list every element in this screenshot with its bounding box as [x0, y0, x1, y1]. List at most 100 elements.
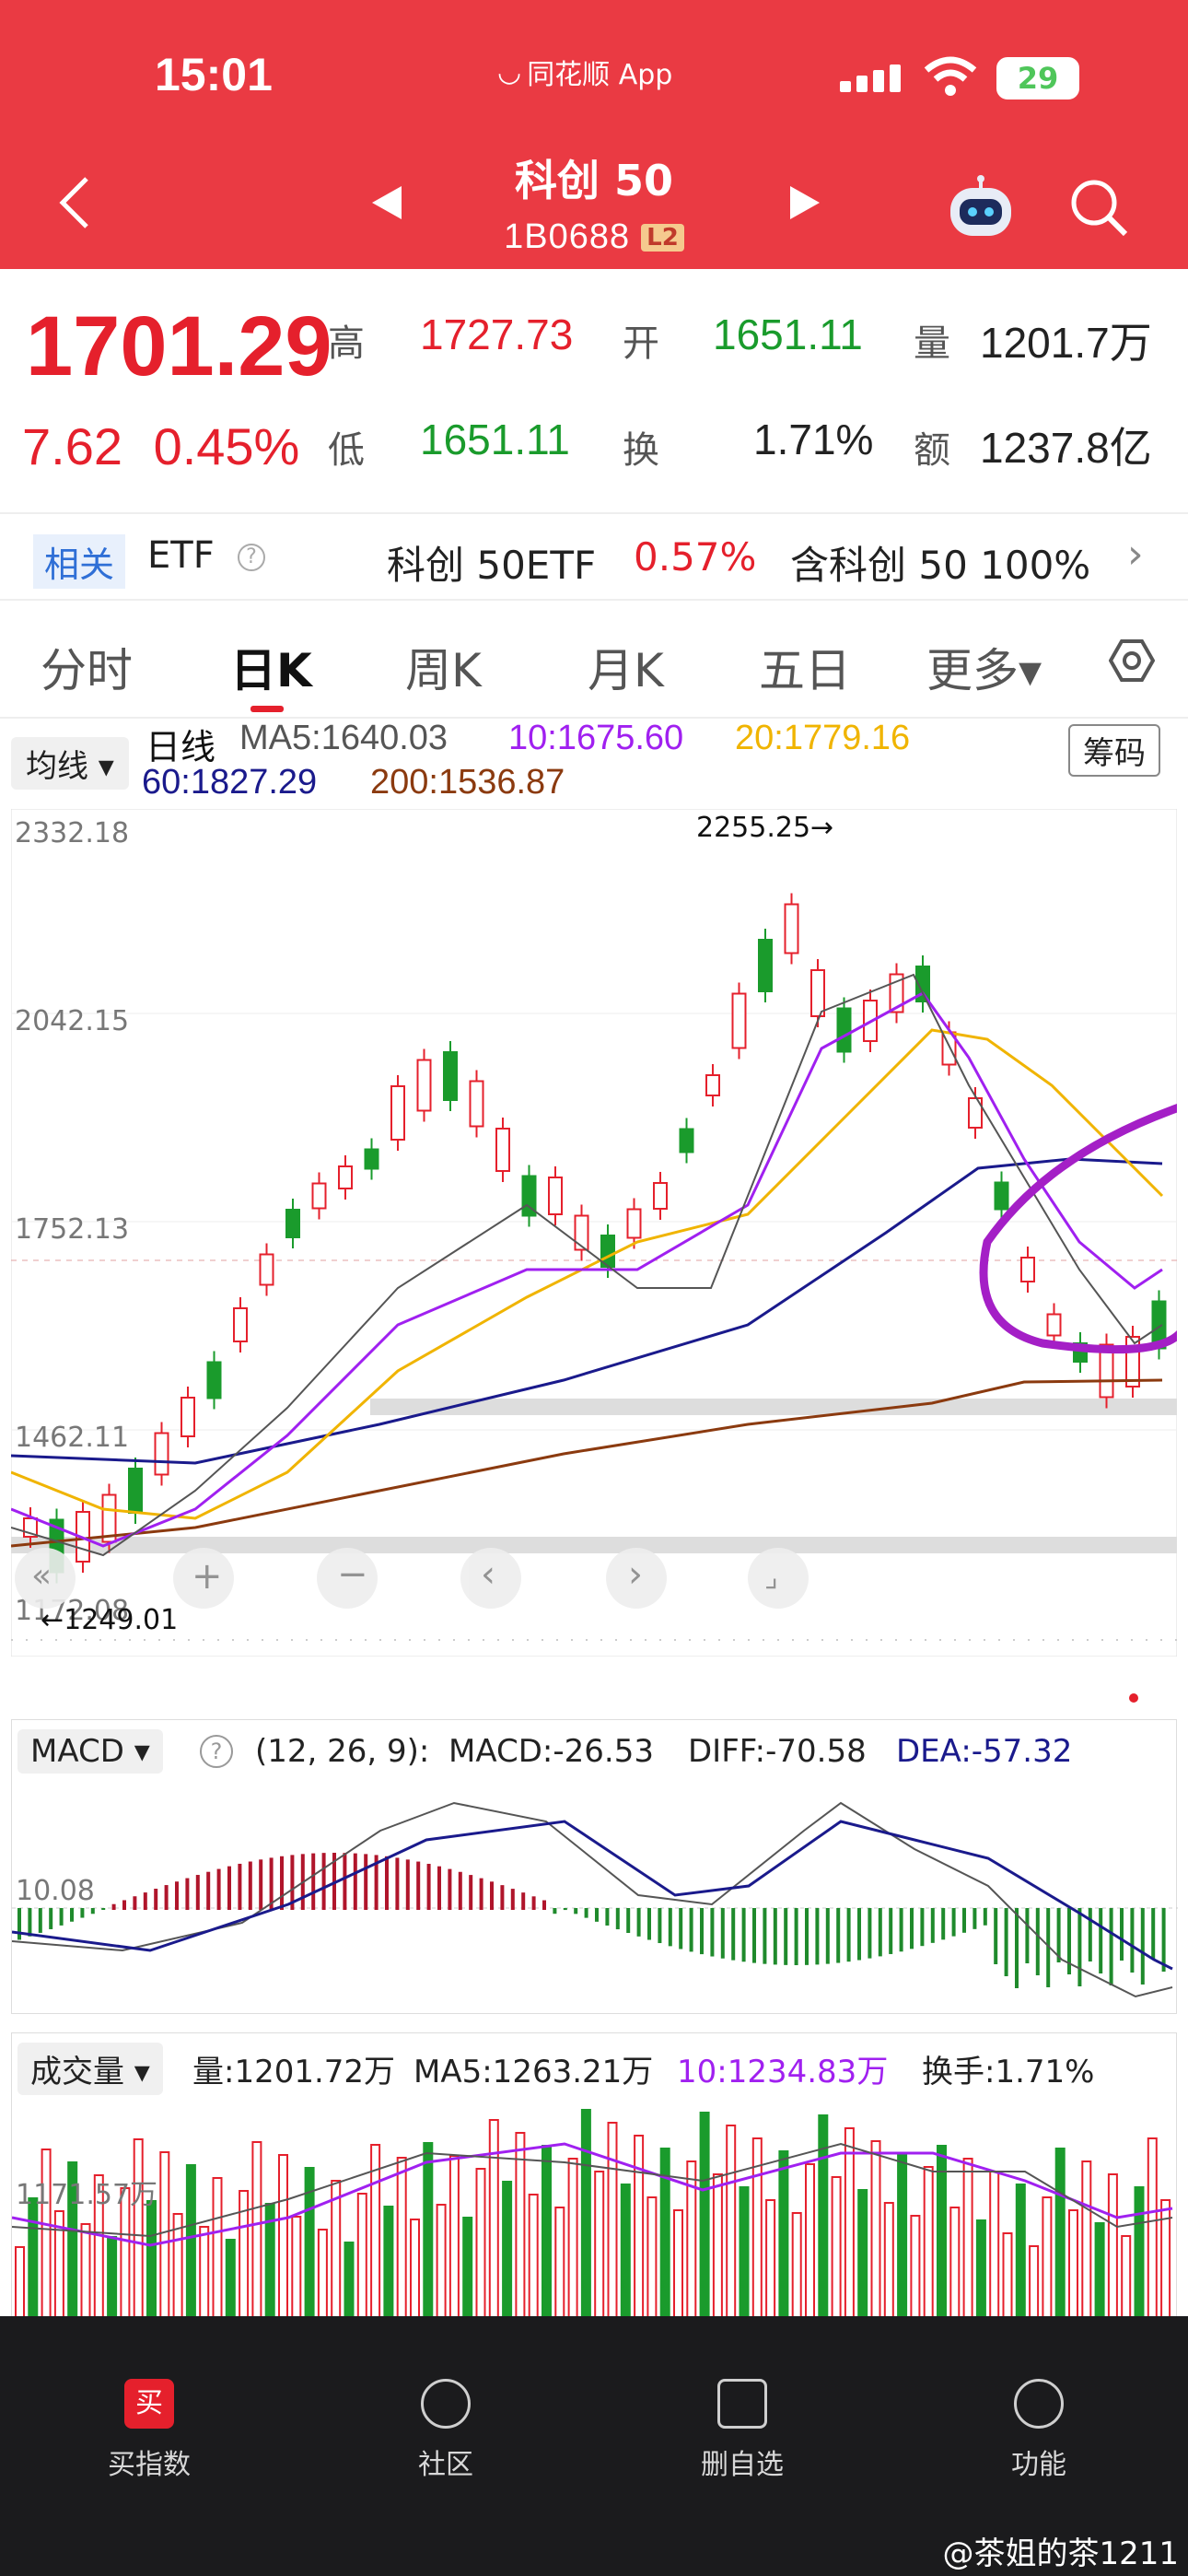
open-label: 开	[623, 322, 659, 365]
macd-bar	[90, 1908, 95, 1914]
level2-badge: L2	[641, 223, 684, 252]
app-logo-icon: ◡	[497, 55, 522, 88]
macd-bar	[868, 1908, 872, 1959]
tab-weekly-k[interactable]: 周K	[405, 634, 482, 700]
candle	[206, 1361, 222, 1399]
settings-icon[interactable]	[1109, 638, 1155, 684]
tab-more[interactable]: 更多▾	[926, 634, 1042, 700]
ma5-value: MA5:1640.03	[239, 719, 448, 757]
volume-bar	[1081, 2160, 1092, 2330]
watermark: @茶姐的茶1211	[942, 2535, 1179, 2572]
volume-bar	[542, 2145, 552, 2330]
macd-bar	[973, 1908, 977, 1929]
candle	[626, 1208, 642, 1239]
time-axis-ruler	[11, 1639, 1177, 1641]
macd-bar	[490, 1881, 494, 1910]
macd-bar	[825, 1908, 830, 1964]
volume-bar	[923, 2166, 934, 2330]
macd-bar	[1140, 1908, 1145, 1985]
candle	[259, 1253, 274, 1286]
macd-bar	[101, 1908, 106, 1910]
robot-assistant-icon[interactable]	[945, 175, 1017, 240]
zoom-in-button[interactable]: +	[173, 1548, 234, 1609]
next-stock-button[interactable]	[790, 186, 820, 219]
fullscreen-button[interactable]: ⌟	[748, 1548, 809, 1609]
header-bar: 15:01 ◡ 同花顺 App 29 科创 50 1B0688 L2	[0, 0, 1188, 269]
rewind-button[interactable]: «	[15, 1548, 76, 1609]
volume-bar	[515, 2132, 526, 2330]
ma200-value: 200:1536.87	[370, 763, 565, 802]
macd-bar	[563, 1908, 567, 1911]
macd-bar	[133, 1896, 137, 1910]
macd-bar	[143, 1892, 147, 1910]
volume-bar	[897, 2153, 908, 2330]
candle	[810, 969, 825, 1017]
volume-bar	[423, 2142, 434, 2330]
volume-bar	[634, 2135, 645, 2330]
macd-bar	[553, 1908, 557, 1914]
macd-bar	[195, 1875, 200, 1910]
volume-bar	[765, 2199, 776, 2330]
volume-bar	[199, 2226, 210, 2330]
macd-bar	[794, 1908, 798, 1965]
macd-bar	[154, 1889, 158, 1910]
related-etf-row[interactable]: 相关 ETF ? 科创 50ETF 0.57% 含科创 50 100% ›	[0, 512, 1188, 601]
macd-bar	[920, 1908, 925, 1947]
macd-bar	[238, 1863, 242, 1910]
k-line-chart[interactable]: 2332.18 2042.15 1752.13 1462.11 1172.08 …	[11, 809, 1177, 1657]
volume-panel[interactable]: 成交量 ▾ 量:1201.72万 MA5:1263.21万 10:1234.83…	[11, 2032, 1177, 2330]
nav-community[interactable]: 社区	[354, 2379, 538, 2482]
candle	[416, 1059, 432, 1112]
candle	[495, 1128, 510, 1172]
nav-label: 删自选	[701, 2449, 784, 2481]
macd-bar	[815, 1908, 820, 1965]
volume-level: 1171.57万	[16, 2179, 158, 2211]
macd-bar	[479, 1878, 483, 1910]
volume-bar	[251, 2141, 262, 2330]
volume-bar	[726, 2125, 737, 2330]
chevron-right-icon: ›	[1127, 531, 1144, 578]
nav-functions[interactable]: 功能	[947, 2379, 1131, 2482]
tab-daily-k[interactable]: 日K	[230, 634, 312, 700]
macd-bar	[70, 1908, 74, 1922]
ma60-value: 60:1827.29	[142, 763, 318, 802]
nav-remove-watchlist[interactable]: 删自选	[650, 2379, 834, 2482]
wifi-icon	[924, 56, 977, 96]
candle	[128, 1468, 143, 1514]
volume-bar	[291, 2216, 302, 2330]
volume-bar	[396, 2157, 407, 2330]
macd-bar	[1004, 1908, 1008, 1976]
scroll-right-button[interactable]: ›	[606, 1548, 667, 1609]
volume-bar	[646, 2196, 658, 2330]
macd-bar	[710, 1908, 715, 1957]
help-icon[interactable]: ?	[238, 544, 265, 571]
zoom-out-button[interactable]: −	[317, 1548, 378, 1609]
ma-selector[interactable]: 均线 ▾	[11, 737, 129, 790]
chip-distribution-button[interactable]: 筹码	[1068, 724, 1160, 777]
candle	[731, 992, 747, 1049]
macd-bar	[448, 1868, 452, 1910]
scroll-left-button[interactable]: ‹	[460, 1548, 521, 1609]
volume-bar	[673, 2209, 683, 2330]
y-tick-2: 2042.15	[15, 1005, 129, 1037]
volume-bar	[1147, 2137, 1158, 2330]
macd-bar	[469, 1875, 473, 1910]
volume-bar	[699, 2112, 710, 2330]
volume-bar	[172, 2213, 183, 2330]
tab-intraday[interactable]: 分时	[41, 634, 133, 700]
tab-monthly-k[interactable]: 月K	[588, 634, 664, 700]
tab-five-day[interactable]: 五日	[759, 634, 851, 700]
macd-bar	[899, 1908, 903, 1952]
macd-bar	[951, 1908, 956, 1937]
macd-bar	[584, 1908, 588, 1918]
macd-bar	[983, 1908, 987, 1926]
nav-label: 社区	[418, 2449, 473, 2481]
macd-panel[interactable]: MACD ▾ ? (12, 26, 9): MACD:-26.53 DIFF:-…	[11, 1719, 1178, 2014]
active-tab-indicator	[250, 706, 284, 712]
volume-value: 1201.7万	[980, 319, 1152, 367]
nav-buy-index[interactable]: 买买指数	[57, 2379, 241, 2482]
macd-bar	[700, 1908, 704, 1955]
macd-bar	[773, 1908, 777, 1965]
search-icon[interactable]	[1068, 177, 1129, 238]
volume-bar	[607, 2122, 618, 2330]
